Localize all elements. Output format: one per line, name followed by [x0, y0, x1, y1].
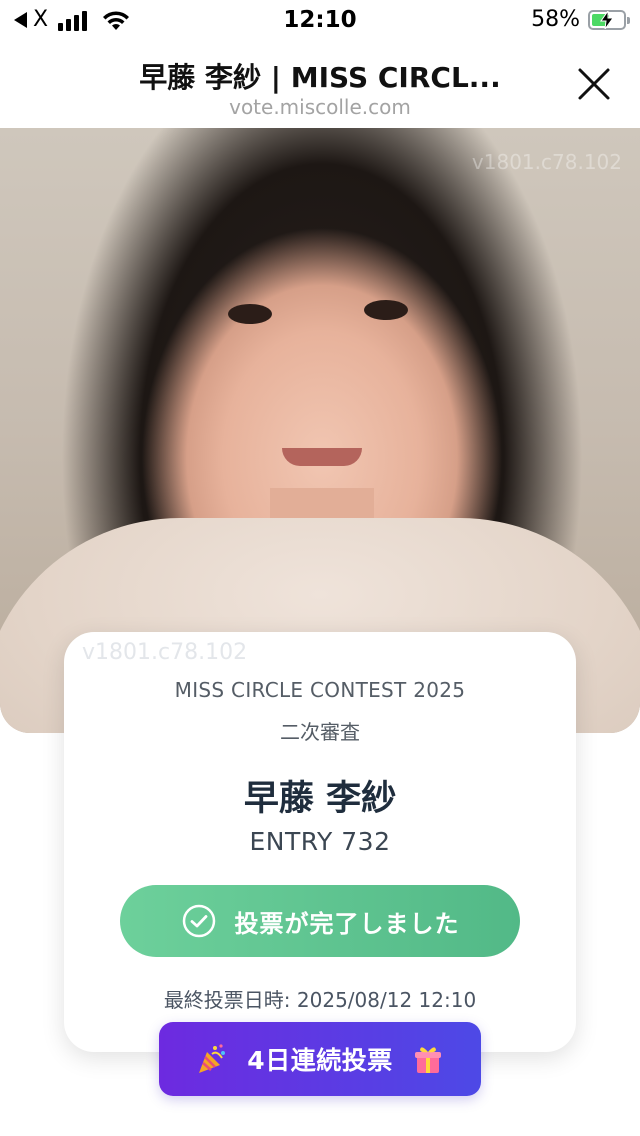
charging-bolt-icon — [600, 11, 614, 29]
status-right: 58% — [531, 6, 630, 34]
party-popper-icon — [199, 1044, 226, 1073]
webview-header: 早藤 李紗 | MISS CIRCL... vote.miscolle.com — [0, 44, 640, 128]
status-bar: X 12:10 58% — [0, 0, 640, 40]
streak-label: 4日連続投票 — [247, 1046, 393, 1075]
battery-charging-icon — [588, 10, 630, 30]
candidate-name: 早藤 李紗 — [243, 779, 397, 819]
entry-card: v1801.c78.102 MISS CIRCLE CONTEST 2025 二… — [64, 632, 576, 1052]
vote-button-label: 投票が完了しました — [234, 909, 460, 938]
contest-stage: 二次審査 — [280, 720, 360, 744]
gift-box-icon — [414, 1047, 441, 1073]
card-watermark: v1801.c78.102 — [82, 640, 248, 665]
photo-watermark: v1801.c78.102 — [471, 150, 622, 174]
voting-streak-badge[interactable]: 4日連続投票 — [159, 1022, 481, 1096]
check-circle-icon — [182, 904, 215, 938]
page-title: 早藤 李紗 | MISS CIRCL... — [139, 61, 501, 94]
photo-eye-left — [228, 304, 272, 324]
page-url: vote.miscolle.com — [229, 95, 411, 119]
last-vote-datetime: 最終投票日時: 2025/08/12 12:10 — [163, 988, 477, 1012]
contest-name: MISS CIRCLE CONTEST 2025 — [174, 678, 466, 702]
battery-percent: 58% — [531, 7, 580, 32]
photo-eye-right — [364, 300, 408, 320]
close-icon[interactable] — [574, 64, 614, 104]
battery-nub — [627, 17, 630, 24]
photo-mouth — [282, 448, 362, 466]
entry-number: ENTRY 732 — [249, 827, 391, 856]
vote-complete-button[interactable]: 投票が完了しました — [120, 885, 520, 957]
